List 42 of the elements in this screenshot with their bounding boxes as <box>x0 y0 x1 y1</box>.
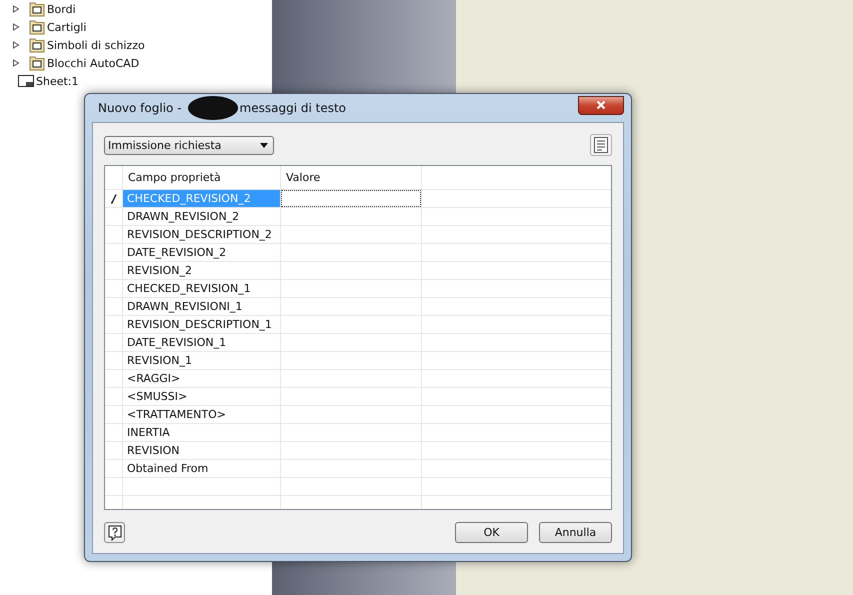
list-view-button[interactable] <box>590 134 612 156</box>
expand-arrow-icon[interactable] <box>12 59 20 67</box>
filter-dropdown[interactable]: Immissione richiesta <box>104 136 274 154</box>
sheet-icon <box>18 75 34 87</box>
table-cell[interactable]: <TRATTAMENTO> <box>123 406 280 423</box>
table-cell[interactable]: <SMUSSI> <box>123 388 280 405</box>
window-title: messaggi di testo <box>240 101 346 115</box>
table-cell[interactable]: REVISION_2 <box>123 262 280 279</box>
redaction-blot <box>188 96 238 120</box>
dialog-button[interactable]: OK <box>455 522 528 543</box>
table-cell[interactable]: REVISION_DESCRIPTION_2 <box>123 226 280 243</box>
table-cell[interactable]: DATE_REVISION_1 <box>123 334 280 351</box>
window-title: Nuovo foglio - <box>98 101 182 115</box>
folder-icon <box>29 37 45 53</box>
close-button[interactable] <box>578 96 624 114</box>
close-icon <box>596 100 606 110</box>
table-cell[interactable]: REVISION_1 <box>123 352 280 369</box>
table-cell[interactable]: DRAWN_REVISION_2 <box>123 208 280 225</box>
column-header[interactable]: Valore <box>281 166 422 189</box>
expand-arrow-icon[interactable] <box>12 23 20 31</box>
tree-item[interactable]: Simboli di schizzo <box>47 38 145 52</box>
tree-item[interactable]: Blocchi AutoCAD <box>47 56 140 70</box>
caret-icon <box>260 142 268 148</box>
column-header[interactable]: Campo proprietà <box>123 166 281 189</box>
table-cell[interactable]: DRAWN_REVISIONI_1 <box>123 298 280 315</box>
expand-arrow-icon[interactable] <box>12 41 20 49</box>
help-button[interactable] <box>104 522 125 543</box>
expand-arrow-icon[interactable] <box>12 5 20 13</box>
table-cell[interactable]: Obtained From <box>123 460 280 477</box>
folder-icon <box>29 55 45 71</box>
tree-item[interactable]: Cartigli <box>47 20 86 34</box>
table-cell[interactable]: DATE_REVISION_2 <box>123 244 280 261</box>
pencil-icon <box>110 194 116 204</box>
table-cell[interactable]: REVISION <box>123 442 280 459</box>
table-cell[interactable]: <RAGGI> <box>123 370 280 387</box>
tree-item[interactable]: Sheet:1 <box>36 74 79 88</box>
table-cell[interactable]: REVISION_DESCRIPTION_1 <box>123 316 280 333</box>
dialog-button[interactable]: Annulla <box>539 522 612 543</box>
table-cell[interactable]: INERTIA <box>123 424 280 441</box>
tree-item[interactable]: Bordi <box>47 2 76 16</box>
table-cell[interactable]: CHECKED_REVISION_1 <box>123 280 280 297</box>
folder-icon <box>29 19 45 35</box>
